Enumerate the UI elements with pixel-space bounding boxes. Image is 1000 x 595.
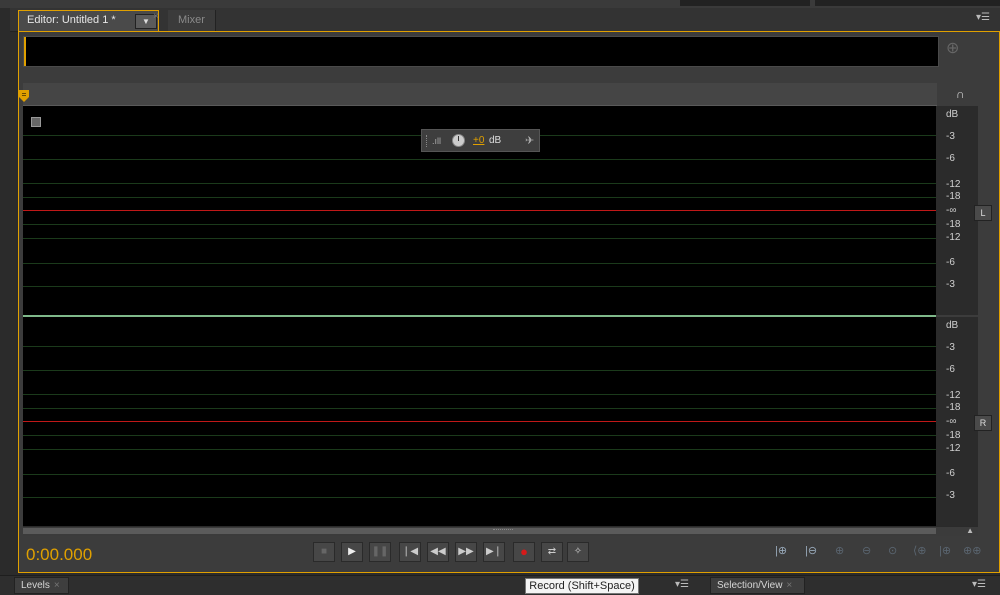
scale-label: -18 bbox=[946, 219, 961, 230]
tab-selection-view-label: Selection/View bbox=[717, 580, 783, 591]
zero-line bbox=[23, 210, 936, 211]
grid-line bbox=[23, 286, 936, 287]
scale-label: -3 bbox=[946, 342, 955, 353]
close-tab-icon[interactable]: × bbox=[54, 580, 60, 591]
pause-button[interactable]: ❚❚ bbox=[369, 542, 391, 562]
editor-tab-bar: Editor: Untitled 1 * ▼ × Mixer ▾☰ bbox=[10, 8, 1000, 32]
scale-label: -∞ bbox=[946, 416, 957, 427]
grid-line bbox=[23, 183, 936, 184]
channel-left-button[interactable]: L bbox=[974, 205, 992, 221]
tab-mixer-label: Mixer bbox=[178, 14, 205, 26]
loop-playback-button[interactable]: ⇄ bbox=[541, 542, 563, 562]
scale-label: -3 bbox=[946, 131, 955, 142]
volume-knob[interactable] bbox=[452, 134, 465, 147]
grid-line bbox=[23, 497, 936, 498]
grid-line bbox=[23, 238, 936, 239]
scale-label: -12 bbox=[946, 443, 961, 454]
horizontal-scrollbar[interactable]: ▲ bbox=[23, 526, 978, 536]
time-display[interactable]: 0:00.000 bbox=[26, 545, 92, 565]
scroll-up-arrow-icon[interactable]: ▲ bbox=[966, 526, 974, 535]
playhead-marker-icon[interactable] bbox=[19, 90, 29, 102]
grid-line bbox=[23, 474, 936, 475]
scale-label: -18 bbox=[946, 402, 961, 413]
scale-label: -18 bbox=[946, 430, 961, 441]
zero-line bbox=[23, 421, 936, 422]
scrollbar-grip-icon bbox=[493, 529, 513, 534]
bottom-panel-bar bbox=[0, 575, 1000, 595]
waveform-channel-right[interactable] bbox=[23, 317, 936, 526]
record-button[interactable]: ● bbox=[513, 542, 535, 562]
grid-line bbox=[23, 346, 936, 347]
zoom-in-point-icon[interactable]: |⊕ bbox=[939, 544, 951, 557]
timeline-ruler[interactable] bbox=[23, 83, 937, 106]
panel-menu-icon[interactable]: ▾☰ bbox=[976, 12, 990, 23]
panel-menu-icon[interactable]: ▾☰ bbox=[972, 579, 986, 590]
scale-label: -6 bbox=[946, 153, 955, 164]
scale-label: -12 bbox=[946, 179, 961, 190]
tab-selection-view[interactable]: Selection/View × bbox=[710, 577, 805, 594]
grid-line bbox=[23, 370, 936, 371]
overview-cursor bbox=[24, 37, 26, 66]
top-strip-segment bbox=[815, 0, 1000, 6]
volume-bars-icon: .ıll bbox=[432, 136, 441, 146]
scale-label: -6 bbox=[946, 257, 955, 268]
scale-label: dB bbox=[946, 320, 959, 331]
zoom-out-amplitude-icon[interactable]: |⊖ bbox=[805, 544, 817, 557]
zoom-to-selection-icon[interactable]: ⟨⊕ bbox=[913, 544, 927, 557]
go-to-start-button[interactable]: ❘◀ bbox=[399, 542, 421, 562]
grid-line bbox=[23, 263, 936, 264]
tab-levels-label: Levels bbox=[21, 580, 50, 591]
go-to-end-button[interactable]: ▶❘ bbox=[483, 542, 505, 562]
pin-icon[interactable]: ✈ bbox=[525, 134, 534, 147]
amplitude-scale-right[interactable]: dB -3 -6 -12 -18 -∞ -18 -12 -6 -3 bbox=[936, 317, 978, 526]
hud-grip-icon[interactable] bbox=[426, 135, 429, 147]
play-button[interactable]: ▶ bbox=[341, 542, 363, 562]
stop-button[interactable]: ■ bbox=[313, 542, 335, 562]
grid-line bbox=[23, 159, 936, 160]
zoom-icon[interactable]: ⊕ bbox=[946, 38, 959, 58]
scale-label: -3 bbox=[946, 279, 955, 290]
tab-editor-label: Editor: Untitled 1 * bbox=[27, 14, 116, 26]
zoom-out-full-icon[interactable]: ⊙ bbox=[888, 544, 897, 557]
scale-label: -12 bbox=[946, 390, 961, 401]
channel-right-button[interactable]: R bbox=[974, 415, 992, 431]
window-top-strip bbox=[0, 0, 1000, 8]
rewind-button[interactable]: ◀◀ bbox=[427, 542, 449, 562]
volume-hud[interactable]: .ıll +0 dB ✈ bbox=[421, 129, 540, 152]
scrollbar-thumb[interactable] bbox=[23, 528, 936, 534]
overview-bar[interactable] bbox=[23, 36, 939, 67]
scale-label: -18 bbox=[946, 191, 961, 202]
tab-mixer[interactable]: Mixer bbox=[168, 10, 216, 31]
tab-editor[interactable]: Editor: Untitled 1 * ▼ bbox=[18, 10, 159, 31]
zoom-out-time-icon[interactable]: ⊖ bbox=[862, 544, 871, 557]
headphones-icon[interactable]: ∩ bbox=[956, 87, 965, 101]
top-strip-segment bbox=[680, 0, 810, 6]
fast-forward-button[interactable]: ▶▶ bbox=[455, 542, 477, 562]
scale-label: dB bbox=[946, 109, 959, 120]
volume-unit: dB bbox=[489, 135, 502, 146]
scale-label: -6 bbox=[946, 364, 955, 375]
record-tooltip: Record (Shift+Space) bbox=[525, 578, 639, 594]
scale-label: -12 bbox=[946, 232, 961, 243]
scale-label: -6 bbox=[946, 468, 955, 479]
zoom-in-amplitude-icon[interactable]: |⊕ bbox=[775, 544, 787, 557]
amplitude-scale-left[interactable]: dB -3 -6 -12 -18 -∞ -18 -12 -6 -3 bbox=[936, 106, 978, 315]
panel-menu-icon[interactable]: ▾☰ bbox=[675, 579, 689, 590]
track-settings-icon[interactable] bbox=[31, 117, 41, 127]
grid-line bbox=[23, 435, 936, 436]
tab-levels[interactable]: Levels × bbox=[14, 577, 69, 594]
zoom-out-point-icon[interactable]: ⊕⊕ bbox=[963, 544, 981, 557]
zoom-in-time-icon[interactable]: ⊕ bbox=[835, 544, 844, 557]
scale-label: -3 bbox=[946, 490, 955, 501]
grid-line bbox=[23, 449, 936, 450]
grid-line bbox=[23, 224, 936, 225]
close-tab-icon[interactable]: × bbox=[153, 11, 159, 22]
volume-value[interactable]: +0 bbox=[473, 135, 484, 146]
grid-line bbox=[23, 197, 936, 198]
grid-line bbox=[23, 408, 936, 409]
grid-line bbox=[23, 394, 936, 395]
close-tab-icon[interactable]: × bbox=[786, 580, 792, 591]
skip-selection-button[interactable]: ✧ bbox=[567, 542, 589, 562]
scale-label: -∞ bbox=[946, 205, 957, 216]
